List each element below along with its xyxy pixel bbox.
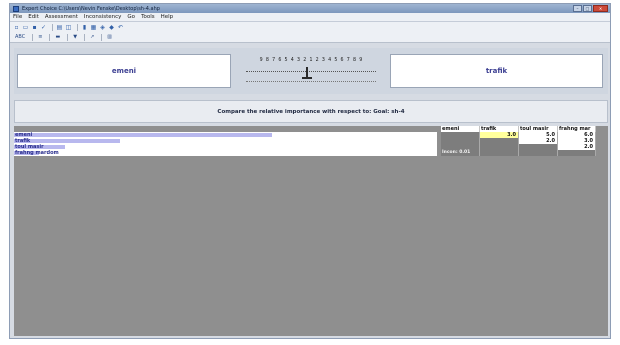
row-name-frahng-mardom[interactable]: frahng mardom — [14, 150, 437, 156]
scale-numbers: 9 8 7 6 5 4 3 2 1 2 3 4 5 6 7 8 9 — [259, 57, 363, 63]
toolbar-separator — [49, 33, 51, 41]
toolbar-separator — [84, 33, 86, 41]
toolbar-separator — [52, 23, 53, 31]
toolbar-separator — [67, 33, 69, 41]
matrix-cell — [558, 150, 596, 156]
scale-track — [246, 71, 376, 72]
menu-edit[interactable]: Edit — [28, 14, 39, 20]
numerical-mode-icon[interactable]: ≡ — [36, 33, 44, 41]
maximize-button[interactable]: □ — [583, 5, 592, 12]
comparison-prompt: Compare the relative importance with res… — [14, 100, 608, 123]
toolbar-separator — [32, 33, 34, 41]
title-bar: Expert Choice C:\Users\Nevin Fenske\Desk… — [10, 4, 610, 13]
menu-bar: File Edit Assessment Inconsistency Go To… — [10, 13, 610, 22]
sensitivity-icon[interactable]: ◆ — [108, 24, 115, 31]
app-window: Expert Choice C:\Users\Nevin Fenske\Desk… — [9, 3, 611, 339]
comparison-toolbar: ABC ≡ ▬ ▼ ↗ ▥ — [10, 32, 610, 43]
menu-tools[interactable]: Tools — [141, 14, 155, 20]
matrix-row-names: emeni trafik toul masir frahng mardom — [14, 132, 437, 156]
main-toolbar: ▫ ▭ ▪ ✓ ▤ ◫ ▮ ▦ ◈ ◆ ↶ — [10, 22, 610, 32]
window-controls: – □ ✕ — [573, 5, 608, 12]
graphical-mode-icon[interactable]: ▬ — [53, 33, 62, 41]
right-item-box[interactable]: trafik — [390, 54, 603, 88]
matrix-cell — [519, 150, 558, 156]
new-file-icon[interactable]: ▫ — [13, 24, 20, 31]
scale-slider-cap — [302, 77, 312, 79]
comparison-scale[interactable]: 9 8 7 6 5 4 3 2 1 2 3 4 5 6 7 8 9 — [236, 54, 386, 88]
expert-choice-app-icon — [13, 5, 19, 12]
matrix-row-frahng-mardom: Incon: 0.01 — [441, 150, 596, 156]
right-item-label: trafik — [485, 67, 508, 75]
toolbar-separator — [77, 23, 78, 31]
comparison-prompt-text: Compare the relative importance with res… — [217, 108, 405, 115]
comparison-matrix: emeni trafik toul masir frahng mar emeni… — [14, 126, 608, 336]
left-item-box[interactable]: emeni — [17, 54, 231, 88]
check-icon[interactable]: ✓ — [40, 24, 47, 31]
verbal-mode-icon[interactable]: ABC — [13, 33, 27, 41]
menu-go[interactable]: Go — [127, 14, 135, 20]
inconsistency-value: Incon: 0.01 — [441, 150, 480, 156]
data-grid-icon[interactable]: ▦ — [90, 24, 97, 31]
window-title: Expert Choice C:\Users\Nevin Fenske\Desk… — [22, 5, 160, 12]
print-icon[interactable]: ▤ — [56, 24, 63, 31]
matrix-cell — [480, 150, 519, 156]
undo-icon[interactable]: ↶ — [117, 24, 124, 31]
menu-assessment[interactable]: Assessment — [45, 14, 78, 20]
open-folder-icon[interactable]: ▭ — [22, 24, 29, 31]
arrow-icon[interactable]: ↗ — [88, 33, 96, 41]
close-button[interactable]: ✕ — [593, 5, 608, 12]
priority-bar — [14, 133, 273, 137]
scale-track-lower — [246, 81, 376, 82]
toolbar-separator — [101, 33, 103, 41]
filter-icon[interactable]: ▼ — [71, 33, 79, 41]
left-item-label: emeni — [111, 67, 137, 75]
save-icon[interactable]: ▪ — [31, 24, 38, 31]
menu-file[interactable]: File — [13, 14, 22, 20]
calculate-icon[interactable]: ▥ — [105, 33, 114, 41]
menu-help[interactable]: Help — [161, 14, 174, 20]
pairwise-comparison-panel: emeni 9 8 7 6 5 4 3 2 1 2 3 4 5 6 7 8 9 … — [14, 48, 608, 94]
minimize-button[interactable]: – — [573, 5, 582, 12]
formula-icon[interactable]: ◈ — [99, 24, 106, 31]
menu-inconsistency[interactable]: Inconsistency — [84, 14, 122, 20]
model-icon[interactable]: ▮ — [81, 24, 88, 31]
preview-icon[interactable]: ◫ — [65, 24, 72, 31]
row-label: frahng mardom — [15, 150, 59, 156]
